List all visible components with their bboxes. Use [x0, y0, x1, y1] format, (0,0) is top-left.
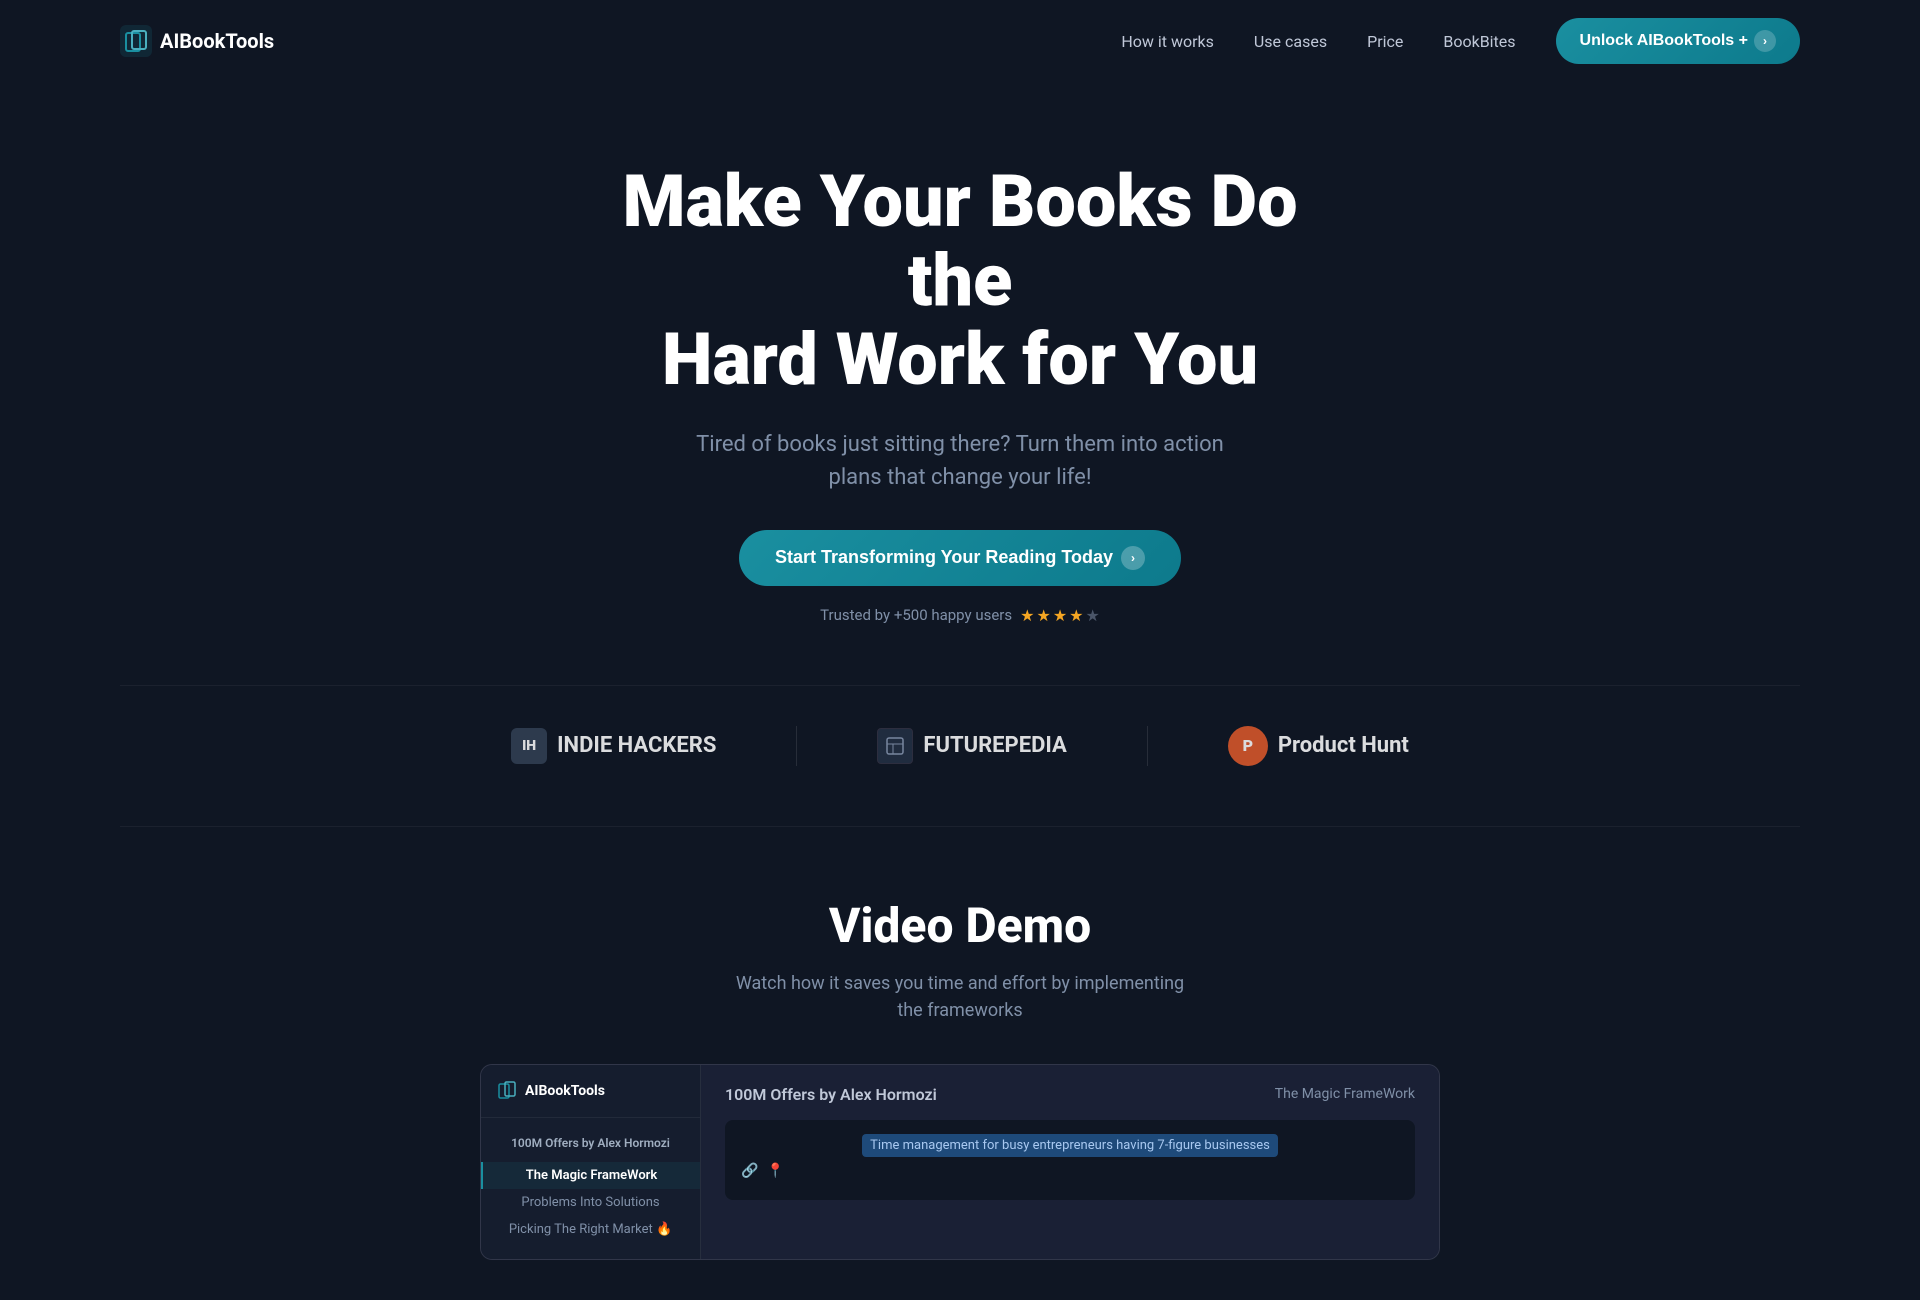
nav-cta-arrow: › — [1754, 30, 1776, 52]
app-sidebar: AIBookTools 100M Offers by Alex Hormozi … — [481, 1065, 701, 1259]
nav-cta-button[interactable]: Unlock AIBookTools + › — [1556, 18, 1800, 64]
app-main-book-title: 100M Offers by Alex Hormozi — [725, 1085, 937, 1104]
indie-hackers-label: INDIE HACKERS — [557, 733, 716, 758]
app-sidebar-item-1[interactable]: The Magic FrameWork — [481, 1162, 700, 1189]
indie-hackers-badge: IH — [511, 728, 547, 764]
app-sidebar-logo-icon — [497, 1081, 517, 1101]
logo-icon — [120, 25, 152, 57]
app-sidebar-item-2[interactable]: Problems Into Solutions — [481, 1189, 700, 1216]
app-main-content: 100M Offers by Alex Hormozi The Magic Fr… — [701, 1065, 1439, 1259]
star-5: ★ — [1086, 606, 1100, 625]
futurepedia-badge — [877, 728, 913, 764]
star-1: ★ — [1020, 606, 1034, 625]
navbar: AIBookTools How it works Use cases Price… — [0, 0, 1920, 82]
app-sidebar-header: AIBookTools — [481, 1081, 700, 1118]
app-pin-icon[interactable]: 📍 — [766, 1163, 783, 1179]
app-input-area[interactable]: Time management for busy entrepreneurs h… — [725, 1120, 1415, 1200]
nav-how-it-works[interactable]: How it works — [1121, 32, 1214, 51]
star-2: ★ — [1036, 606, 1050, 625]
video-demo-section: Video Demo Watch how it saves you time a… — [0, 827, 1920, 1300]
star-3: ★ — [1053, 606, 1067, 625]
nav-price[interactable]: Price — [1367, 32, 1403, 51]
app-input-icons: 🔗 📍 — [741, 1163, 1399, 1179]
hero-section: Make Your Books Do the Hard Work for You… — [0, 82, 1920, 685]
logo-product-hunt: P Product Hunt — [1228, 726, 1409, 766]
logo-futurepedia: FUTUREPEDIA — [877, 728, 1066, 764]
product-hunt-label: Product Hunt — [1278, 733, 1409, 758]
app-sidebar-brand: AIBookTools — [525, 1083, 605, 1099]
video-demo-title: Video Demo — [120, 897, 1800, 954]
product-hunt-badge: P — [1228, 726, 1268, 766]
logos-section: IH INDIE HACKERS FUTUREPEDIA P Product H… — [120, 685, 1800, 827]
app-sidebar-book-title: 100M Offers by Alex Hormozi — [481, 1130, 700, 1162]
app-sidebar-item-3[interactable]: Picking The Right Market 🔥 — [481, 1216, 700, 1243]
app-preview: AIBookTools 100M Offers by Alex Hormozi … — [480, 1064, 1440, 1260]
logo-indie-hackers: IH INDIE HACKERS — [511, 728, 716, 764]
hero-cta-arrow: › — [1121, 546, 1145, 570]
nav-use-cases[interactable]: Use cases — [1254, 32, 1327, 51]
hero-subtitle: Tired of books just sitting there? Turn … — [680, 428, 1240, 494]
video-demo-subtitle: Watch how it saves you time and effort b… — [730, 970, 1190, 1024]
trusted-text: Trusted by +500 happy users ★ ★ ★ ★ ★ — [120, 606, 1800, 625]
nav-links: How it works Use cases Price BookBites U… — [1121, 18, 1800, 64]
hero-title: Make Your Books Do the Hard Work for You — [610, 162, 1310, 400]
app-link-icon[interactable]: 🔗 — [741, 1163, 758, 1179]
app-main-header: 100M Offers by Alex Hormozi The Magic Fr… — [725, 1085, 1415, 1104]
nav-bookbites[interactable]: BookBites — [1443, 32, 1515, 51]
app-main-framework-badge: The Magic FrameWork — [1275, 1086, 1415, 1102]
app-input-highlighted-text: Time management for busy entrepreneurs h… — [862, 1134, 1278, 1157]
logo-divider-2 — [1147, 726, 1148, 766]
logo[interactable]: AIBookTools — [120, 25, 274, 57]
star-4: ★ — [1069, 606, 1083, 625]
hero-cta-button[interactable]: Start Transforming Your Reading Today › — [739, 530, 1181, 586]
star-rating: ★ ★ ★ ★ ★ — [1020, 606, 1100, 625]
logo-divider-1 — [796, 726, 797, 766]
logo-text: AIBookTools — [160, 29, 274, 53]
futurepedia-label: FUTUREPEDIA — [923, 733, 1066, 758]
